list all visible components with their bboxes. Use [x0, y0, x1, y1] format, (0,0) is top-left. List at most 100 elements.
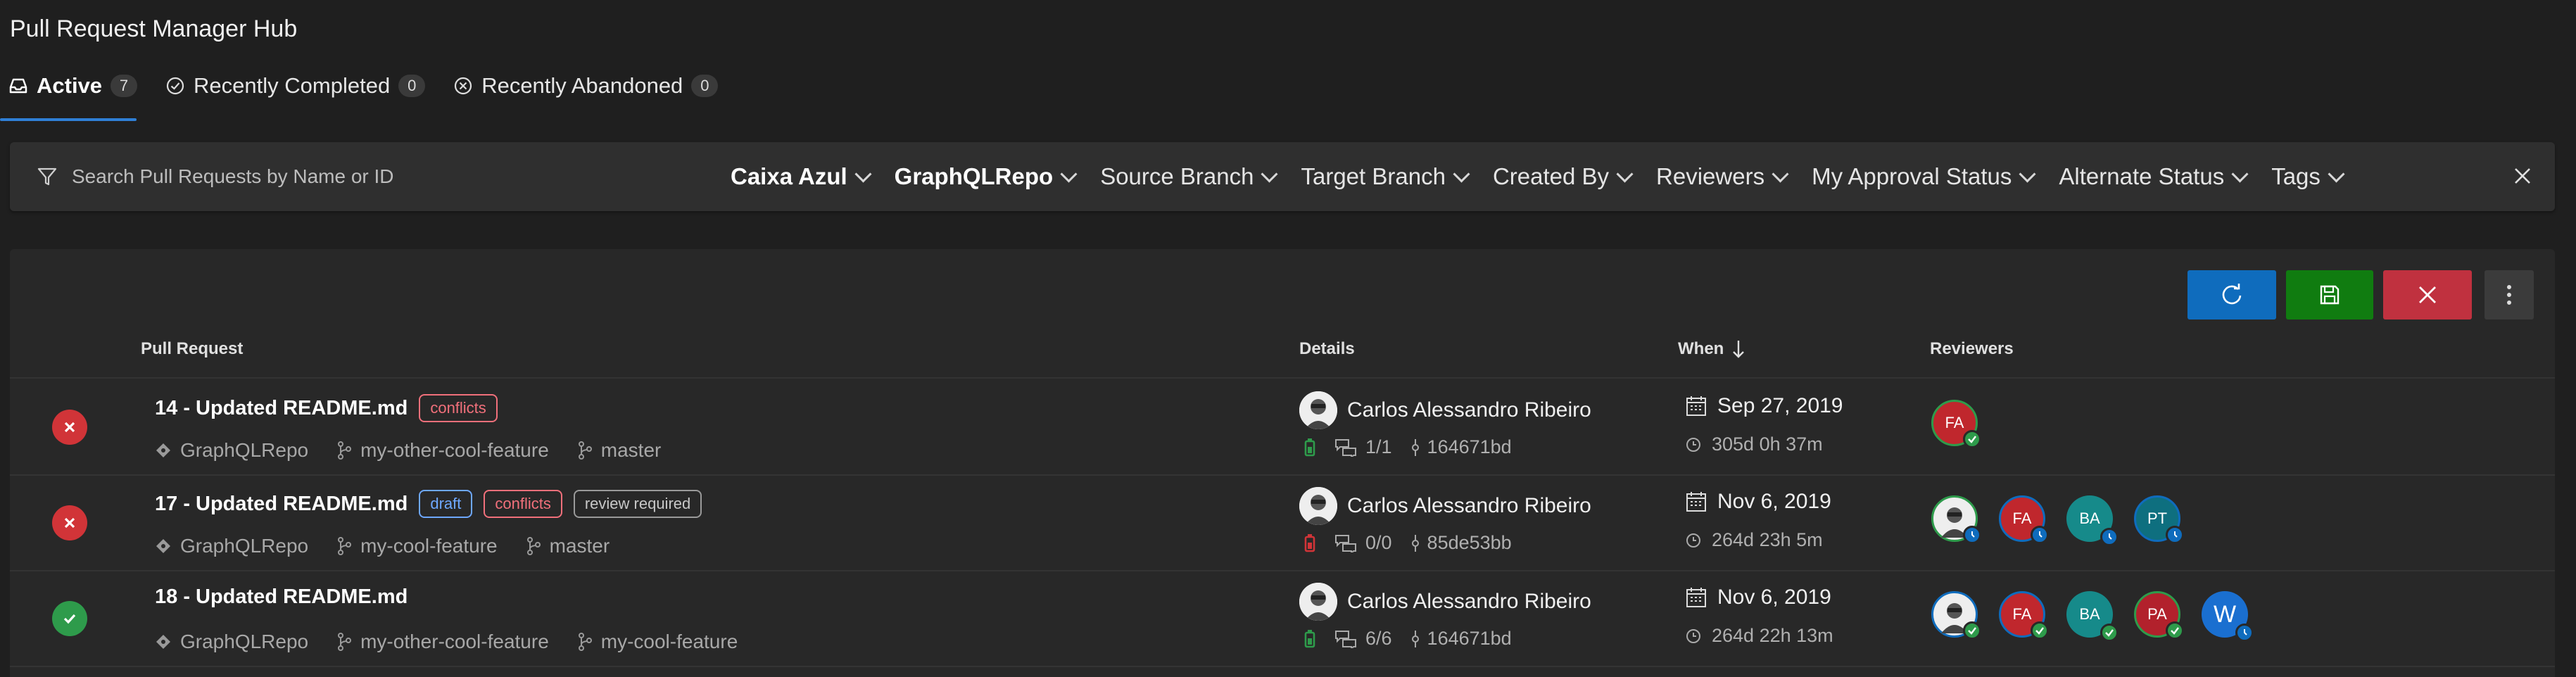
avatar[interactable]: [1931, 495, 1981, 544]
chevron-down-icon: [854, 165, 872, 183]
chevron-down-icon: [2231, 165, 2249, 183]
column-header-reviewers[interactable]: Reviewers: [1930, 339, 2014, 359]
policy-icon: [1304, 629, 1315, 647]
filter-label: Created By: [1492, 163, 1610, 189]
commit-id[interactable]: 164671bd: [1427, 436, 1512, 458]
filter-created-by[interactable]: Created By: [1492, 163, 1634, 190]
avatar[interactable]: FA: [1931, 400, 1981, 448]
source-branch[interactable]: my-other-cool-feature: [360, 631, 549, 653]
filter-repository[interactable]: GraphQLRepo: [894, 163, 1078, 190]
approved-badge-icon: [1963, 621, 1981, 640]
age-text: 264d 22h 13m: [1712, 625, 1833, 646]
search-input[interactable]: Search Pull Requests by Name or ID: [37, 165, 684, 188]
age-text: 264d 23h 5m: [1712, 529, 1823, 550]
column-header-label: When: [1678, 339, 1724, 358]
tab-label: Recently Completed: [194, 73, 391, 98]
refresh-button[interactable]: [2187, 270, 2276, 319]
source-branch[interactable]: my-other-cool-feature: [360, 439, 549, 462]
chevron-down-icon: [2328, 165, 2345, 183]
commit-id[interactable]: 85de53bb: [1427, 532, 1512, 554]
column-header-pull-request[interactable]: Pull Request: [141, 339, 243, 359]
repo-name[interactable]: GraphQLRepo: [180, 535, 308, 557]
inbox-icon: [8, 76, 28, 96]
pr-title-line: 14 - Updated README.md conflicts: [155, 394, 498, 422]
reviewer-initials: FA: [2012, 510, 2032, 527]
reviewer-initials: W: [2213, 600, 2237, 628]
branch-icon: [338, 441, 352, 460]
date-text: Nov 6, 2019: [1717, 490, 1831, 513]
tab-count: 0: [691, 75, 719, 97]
reviewer-list: FA BA PA W: [1931, 591, 2254, 642]
commit-icon: [1411, 438, 1419, 456]
tab-recently-abandoned[interactable]: Recently Abandoned 0: [453, 68, 719, 104]
tab-count: 7: [111, 75, 138, 97]
target-branch[interactable]: master: [601, 439, 662, 462]
pr-title[interactable]: 14 - Updated README.md: [155, 397, 408, 420]
filter-my-approval-status[interactable]: My Approval Status: [1812, 163, 2036, 190]
filter-label: Reviewers: [1656, 163, 1765, 189]
tab-label: Active: [37, 73, 103, 98]
waiting-badge-icon: [2235, 624, 2254, 642]
filter-reviewers[interactable]: Reviewers: [1656, 163, 1789, 190]
avatar[interactable]: FA: [1999, 495, 2049, 544]
avatar: [1299, 487, 1337, 525]
repo-name[interactable]: GraphQLRepo: [180, 439, 308, 462]
target-branch[interactable]: my-cool-feature: [601, 631, 738, 653]
tab-label: Recently Abandoned: [481, 73, 683, 98]
close-icon: [2419, 286, 2436, 303]
avatar[interactable]: PA: [2134, 591, 2184, 640]
avatar[interactable]: BA: [2066, 495, 2119, 546]
pr-title[interactable]: 18 - Updated README.md: [155, 586, 408, 609]
pr-title[interactable]: 17 - Updated README.md: [155, 493, 408, 516]
filter-target-branch[interactable]: Target Branch: [1301, 163, 1470, 190]
status-failed-icon: [52, 410, 87, 445]
filter-source-branch[interactable]: Source Branch: [1100, 163, 1279, 190]
search-placeholder: Search Pull Requests by Name or ID: [72, 165, 394, 187]
column-header-when[interactable]: When: [1678, 339, 1745, 359]
comments-icon: [1335, 438, 1356, 457]
age: 264d 22h 13m: [1685, 625, 1833, 647]
source-branch[interactable]: my-cool-feature: [360, 535, 498, 557]
tab-active[interactable]: Active 7: [8, 68, 138, 104]
column-header-details[interactable]: Details: [1299, 339, 1355, 359]
approved-badge-icon: [1963, 430, 1981, 448]
branch-icon: [578, 441, 592, 460]
filter-icon: [37, 167, 57, 186]
date-text: Nov 6, 2019: [1717, 586, 1831, 609]
status-succeeded-icon: [52, 601, 87, 636]
table-row[interactable]: 14 - Updated README.md conflicts GraphQL…: [10, 380, 2555, 476]
close-icon[interactable]: [2510, 163, 2535, 189]
clock-icon: [1686, 437, 1700, 452]
avatar[interactable]: FA: [1999, 591, 2049, 640]
more-options-button[interactable]: [2485, 270, 2534, 319]
waiting-badge-icon: [1963, 526, 1981, 544]
sort-descending-icon: [1733, 341, 1745, 358]
avatar[interactable]: PT: [2134, 495, 2184, 544]
filter-tags[interactable]: Tags: [2271, 163, 2345, 190]
waiting-badge-icon: [2166, 526, 2184, 544]
reviewer-list: FA BA PT: [1931, 495, 2184, 546]
policy-icon: [1304, 533, 1315, 552]
clear-button[interactable]: [2383, 270, 2472, 319]
table-row[interactable]: 18 - Updated README.md GraphQLRepo my-ot…: [10, 571, 2555, 667]
filter-bar: Search Pull Requests by Name or ID Caixa…: [10, 142, 2555, 211]
repo-name[interactable]: GraphQLRepo: [180, 631, 308, 653]
filter-label: GraphQLRepo: [894, 163, 1054, 189]
filter-project[interactable]: Caixa Azul: [731, 163, 872, 190]
save-button[interactable]: [2286, 270, 2373, 319]
tab-recently-completed[interactable]: Recently Completed 0: [165, 68, 426, 104]
target-branch[interactable]: master: [550, 535, 610, 557]
reviewer-initials: PA: [2147, 605, 2167, 623]
commit-icon: [1411, 534, 1419, 552]
filter-alternate-status[interactable]: Alternate Status: [2059, 163, 2249, 190]
avatar[interactable]: BA: [2066, 591, 2119, 642]
avatar[interactable]: W: [2202, 591, 2254, 642]
avatar[interactable]: [1931, 591, 1981, 640]
filter-label: Target Branch: [1301, 163, 1446, 189]
tag-conflicts: conflicts: [419, 394, 498, 422]
commit-id[interactable]: 164671bd: [1427, 628, 1512, 650]
reviewer-initials: PT: [2147, 510, 2168, 527]
table-row[interactable]: 17 - Updated README.md draft conflicts r…: [10, 476, 2555, 571]
waiting-badge-icon: [2031, 526, 2049, 544]
header-divider: [10, 377, 2555, 379]
